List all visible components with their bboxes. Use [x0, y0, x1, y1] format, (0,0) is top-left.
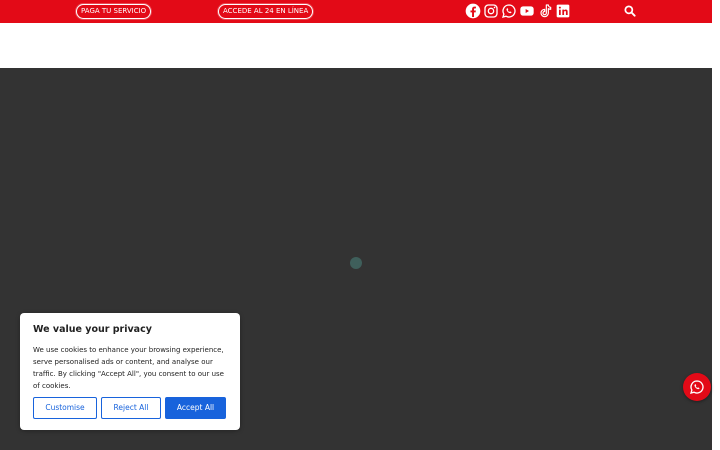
whatsapp-chat-button[interactable]	[683, 373, 711, 401]
main-navbar	[0, 23, 712, 68]
loading-spinner	[350, 257, 362, 269]
linkedin-icon[interactable]	[555, 3, 571, 19]
facebook-icon[interactable]	[465, 3, 481, 19]
cookie-consent-banner: We value your privacy We use cookies to …	[20, 313, 240, 430]
whatsapp-icon[interactable]	[501, 3, 517, 19]
page-edge	[712, 0, 720, 68]
instagram-icon[interactable]	[483, 3, 499, 19]
pay-service-button[interactable]: PAGA TU SERVICIO	[76, 4, 152, 19]
tiktok-icon[interactable]	[537, 3, 553, 19]
youtube-icon[interactable]	[519, 3, 535, 19]
cookie-message: We use cookies to enhance your browsing …	[33, 346, 224, 390]
whatsapp-icon	[690, 380, 704, 394]
search-icon	[624, 5, 636, 17]
cookie-title: We value your privacy	[33, 324, 152, 335]
page-edge-lower	[712, 68, 720, 450]
top-bar: PAGA TU SERVICIO ACCEDE AL 24 EN LÍNEA	[0, 0, 712, 23]
customise-button[interactable]: Customise	[33, 397, 97, 419]
reject-all-button[interactable]: Reject All	[101, 397, 161, 419]
accept-all-button[interactable]: Accept All	[165, 397, 226, 419]
access-online-button[interactable]: ACCEDE AL 24 EN LÍNEA	[218, 4, 314, 19]
search-button[interactable]	[621, 3, 639, 19]
